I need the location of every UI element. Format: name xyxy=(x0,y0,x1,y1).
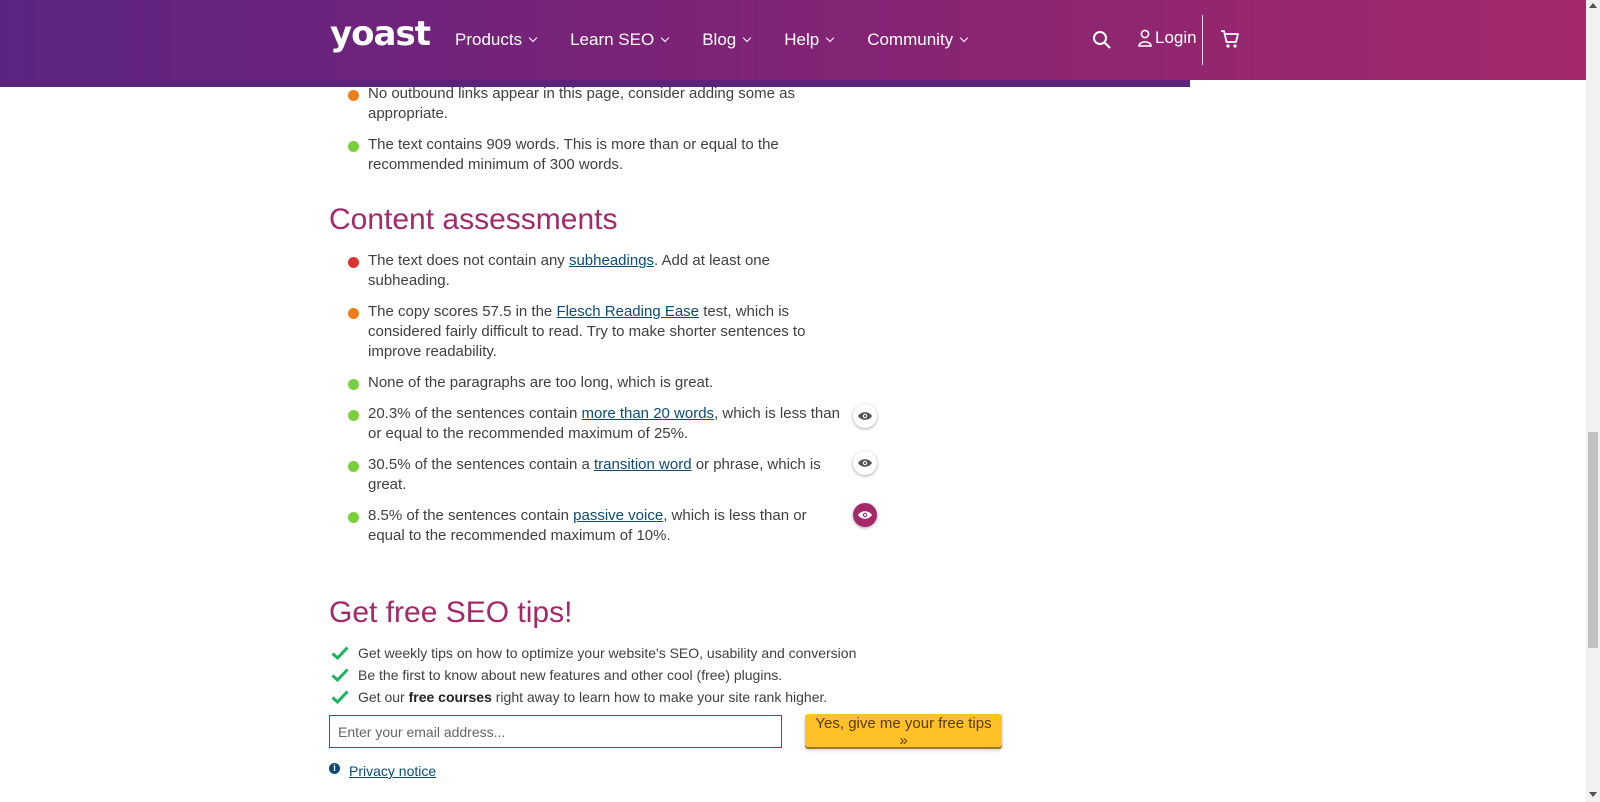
benefit-item: Be the first to know about new features … xyxy=(329,664,889,686)
assessment-text: 20.3% of the sentences contain xyxy=(368,405,582,422)
status-bullet-green xyxy=(348,379,359,390)
status-bullet-green xyxy=(348,410,359,421)
nav-item-blog[interactable]: Blog xyxy=(702,30,752,50)
eye-icon xyxy=(858,511,872,519)
benefit-bold-text: free courses xyxy=(408,689,492,705)
info-icon: i xyxy=(329,762,340,774)
article-content: No outbound links appear in this page, c… xyxy=(329,80,889,708)
assessment-text: 30.5% of the sentences contain a xyxy=(368,456,594,473)
nav-label: Blog xyxy=(702,30,737,49)
chevron-down-icon xyxy=(528,33,538,43)
highlight-toggle-button-active[interactable] xyxy=(853,503,877,527)
benefit-text: right away to learn how to make your sit… xyxy=(491,689,828,705)
subscribe-button[interactable]: Yes, give me your free tips » xyxy=(805,714,1002,749)
nav-item-products[interactable]: Products xyxy=(455,30,538,50)
passive-voice-link[interactable]: passive voice xyxy=(573,507,663,524)
chevron-down-icon xyxy=(959,33,969,43)
benefit-item: Get weekly tips on how to optimize your … xyxy=(329,642,889,664)
subheadings-link[interactable]: subheadings xyxy=(569,252,654,269)
eye-icon xyxy=(858,459,872,467)
status-bullet-orange xyxy=(348,90,359,101)
newsletter-heading: Get free SEO tips! xyxy=(329,596,573,629)
nav-label: Learn SEO xyxy=(570,30,655,49)
nav-item-community[interactable]: Community xyxy=(867,30,969,50)
content-assessments-heading: Content assessments xyxy=(329,203,618,236)
flesch-reading-ease-link[interactable]: Flesch Reading Ease xyxy=(556,303,699,320)
assessment-item: The text contains 909 words. This is mor… xyxy=(329,135,846,175)
site-header: yoast Products Learn SEO Blog Help Commu… xyxy=(0,0,1586,80)
assessment-text: The text does not contain any xyxy=(368,252,569,269)
assessment-item: The copy scores 57.5 in the Flesch Readi… xyxy=(329,302,846,362)
benefit-item: Get our free courses right away to learn… xyxy=(329,686,889,708)
privacy-notice-link[interactable]: Privacy notice xyxy=(349,763,436,779)
benefit-text: Get weekly tips on how to optimize your … xyxy=(358,645,857,661)
more-than-20-words-link[interactable]: more than 20 words xyxy=(581,405,714,422)
assessment-item: The text does not contain any subheading… xyxy=(329,251,846,291)
assessment-item: None of the paragraphs are too long, whi… xyxy=(329,373,846,393)
checkmark-icon xyxy=(331,646,349,660)
assessment-text: None of the paragraphs are too long, whi… xyxy=(368,374,714,391)
yoast-logo[interactable]: yoast xyxy=(330,14,431,54)
highlight-toggle-button[interactable] xyxy=(853,404,877,428)
assessment-text: The text contains 909 words. This is mor… xyxy=(368,136,779,173)
assessment-item: 20.3% of the sentences contain more than… xyxy=(329,404,877,444)
scrollbar-thumb[interactable] xyxy=(1588,432,1598,648)
benefit-text: Get our xyxy=(358,689,409,705)
newsletter-benefits-list: Get weekly tips on how to optimize your … xyxy=(329,642,889,708)
nav-item-learn-seo[interactable]: Learn SEO xyxy=(570,30,670,50)
assessment-text: The copy scores 57.5 in the xyxy=(368,303,557,320)
highlight-toggle-button[interactable] xyxy=(853,451,877,475)
chevron-down-icon xyxy=(742,33,752,43)
status-bullet-red xyxy=(348,257,359,268)
chevron-down-icon xyxy=(825,33,835,43)
status-bullet-orange xyxy=(348,308,359,319)
header-underbar xyxy=(0,80,1190,87)
login-label: Login xyxy=(1155,28,1197,47)
nav-item-help[interactable]: Help xyxy=(784,30,835,50)
status-bullet-green xyxy=(348,461,359,472)
checkmark-icon xyxy=(331,668,349,682)
cart-icon[interactable] xyxy=(1219,28,1241,50)
email-input[interactable] xyxy=(329,715,782,748)
main-nav: Products Learn SEO Blog Help Community xyxy=(455,0,1001,80)
content-assessments-list: The text does not contain any subheading… xyxy=(329,251,889,546)
privacy-notice: i Privacy notice xyxy=(329,762,436,779)
chevron-down-icon xyxy=(660,33,670,43)
transition-word-link[interactable]: transition word xyxy=(594,456,692,473)
assessment-item: 30.5% of the sentences contain a transit… xyxy=(329,451,877,495)
search-icon[interactable] xyxy=(1092,30,1112,50)
assessment-text: No outbound links appear in this page, c… xyxy=(368,85,795,122)
assessment-text: 8.5% of the sentences contain xyxy=(368,507,574,524)
header-divider xyxy=(1202,15,1203,65)
scroll-up-arrow-icon[interactable] xyxy=(1589,3,1597,8)
seo-assessments-list: No outbound links appear in this page, c… xyxy=(329,84,889,175)
checkmark-icon xyxy=(331,690,349,704)
assessment-item: 8.5% of the sentences contain passive vo… xyxy=(329,503,877,546)
assessment-item: No outbound links appear in this page, c… xyxy=(329,84,846,124)
eye-icon xyxy=(858,412,872,420)
login-link[interactable]: Login xyxy=(1138,28,1197,48)
status-bullet-green xyxy=(348,512,359,523)
scrollbar[interactable] xyxy=(1586,0,1600,802)
user-icon xyxy=(1138,29,1152,47)
scroll-down-arrow-icon[interactable] xyxy=(1589,792,1597,797)
benefit-text: Be the first to know about new features … xyxy=(358,667,783,683)
status-bullet-green xyxy=(348,141,359,152)
nav-label: Community xyxy=(867,30,954,49)
nav-label: Help xyxy=(784,30,820,49)
nav-label: Products xyxy=(455,30,523,49)
